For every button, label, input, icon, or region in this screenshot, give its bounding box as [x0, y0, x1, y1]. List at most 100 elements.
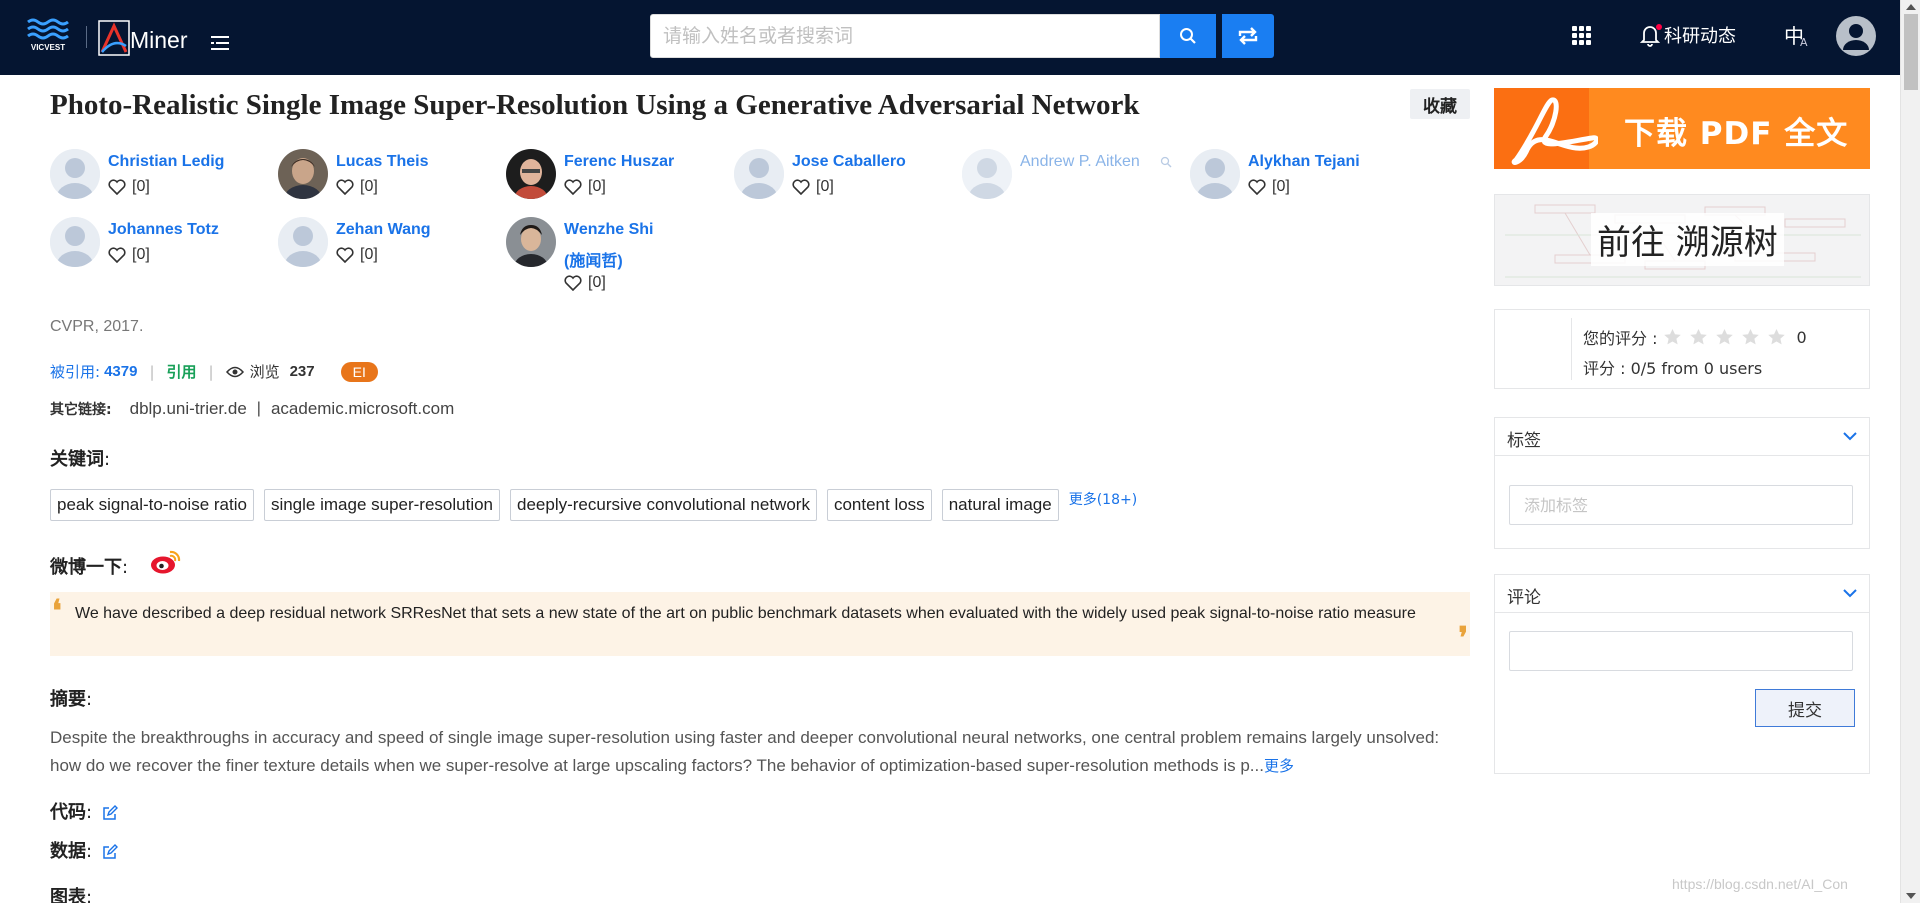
switch-search-button[interactable] [1222, 14, 1274, 58]
weibo-share-icon[interactable] [150, 549, 182, 575]
author-avatar[interactable] [506, 149, 556, 199]
search-button[interactable] [1160, 14, 1216, 58]
star-icon[interactable] [1767, 328, 1786, 346]
author-likes[interactable]: [0] [1248, 178, 1290, 196]
rating-stars[interactable] [1663, 328, 1786, 346]
author-avatar[interactable] [50, 217, 100, 267]
author-search-icon[interactable] [1160, 155, 1172, 173]
abstract-more-link[interactable]: 更多 [1264, 757, 1294, 775]
keyword-tag[interactable]: natural image [941, 489, 1059, 521]
tags-panel: 标签 [1494, 417, 1870, 549]
ei-badge: EI [340, 361, 378, 382]
author-avatar[interactable] [962, 149, 1012, 199]
edit-data-icon[interactable] [102, 844, 119, 860]
csdn-watermark: https://blog.csdn.net/AI_Con [1672, 876, 1848, 892]
language-switch[interactable]: 中 A [1784, 20, 1808, 49]
heart-icon [336, 179, 354, 195]
author-avatar[interactable] [506, 217, 556, 267]
author-avatar[interactable] [50, 149, 100, 199]
keyword-tag[interactable]: single image super-resolution [263, 489, 501, 521]
your-rating-value: 0 [1796, 327, 1807, 347]
author-avatar[interactable] [278, 149, 328, 199]
download-pdf-banner[interactable]: 下载 PDF 全文 [1494, 88, 1870, 169]
keywords-more-link[interactable]: 更多(18+) [1069, 489, 1137, 509]
cited-by-count[interactable]: 4379 [104, 363, 137, 380]
link-microsoft-academic[interactable]: academic.microsoft.com [271, 399, 454, 419]
link-dblp[interactable]: dblp.uni-trier.de [130, 399, 247, 419]
author-likes-count: [0] [132, 178, 150, 195]
user-avatar[interactable] [1836, 16, 1876, 56]
author-avatar[interactable] [734, 149, 784, 199]
author-avatar[interactable] [278, 217, 328, 267]
star-icon[interactable] [1663, 328, 1682, 346]
author-likes[interactable]: [0] [336, 178, 378, 196]
author-card: Andrew P. Aitken [962, 149, 1182, 209]
author-card: Ferenc Huszar [0] [506, 149, 726, 209]
abstract-body: Despite the breakthroughs in accuracy an… [50, 724, 1450, 780]
comment-input[interactable] [1509, 631, 1853, 671]
author-name-cn[interactable]: (施闻哲) [564, 247, 623, 271]
chevron-down-icon[interactable] [1843, 431, 1857, 441]
brand-text: Miner [130, 27, 188, 53]
author-likes[interactable]: [0] [564, 178, 606, 196]
author-name[interactable]: Jose Caballero [792, 153, 906, 171]
favorite-button[interactable]: 收藏 [1410, 89, 1470, 119]
vicvest-logo-text: VICVEST [31, 43, 65, 52]
heart-icon [108, 247, 126, 263]
star-icon[interactable] [1741, 328, 1760, 346]
tags-panel-header[interactable]: 标签 [1495, 418, 1869, 456]
scroll-down-arrow-icon[interactable] [1906, 893, 1916, 899]
author-likes[interactable]: [0] [108, 246, 150, 264]
scroll-up-arrow-icon[interactable] [1906, 4, 1916, 10]
author-likes[interactable]: [0] [564, 274, 606, 292]
open-quote-icon: ❛ [52, 595, 62, 628]
keyword-tag[interactable]: content loss [826, 489, 932, 521]
keyword-tag[interactable]: peak signal-to-noise ratio [50, 489, 254, 521]
chevron-down-icon[interactable] [1843, 588, 1857, 598]
add-tag-input[interactable] [1509, 485, 1853, 525]
paper-venue: CVPR, 2017. [50, 318, 144, 335]
aminer-logo-mark [98, 20, 130, 56]
author-name[interactable]: Ferenc Huszar [564, 153, 674, 171]
apps-grid-icon[interactable] [1572, 26, 1592, 46]
comments-panel-header[interactable]: 评论 [1495, 575, 1869, 613]
cite-button[interactable]: 引用 [167, 361, 197, 382]
scroll-thumb[interactable] [1904, 14, 1918, 90]
edit-code-icon[interactable] [102, 805, 119, 821]
quote-text: We have described a deep residual networ… [75, 605, 1416, 622]
vicvest-logo[interactable]: VICVEST [24, 16, 72, 54]
search-input[interactable] [651, 15, 1159, 57]
submit-comment-button[interactable]: 提交 [1755, 689, 1855, 727]
weibo-label: 微博一下 [50, 557, 122, 578]
author-likes[interactable]: [0] [792, 178, 834, 196]
aminer-logo[interactable]: Miner [98, 18, 188, 56]
author-name[interactable]: Alykhan Tejani [1248, 153, 1360, 171]
heart-icon [564, 275, 582, 291]
author-name[interactable]: Johannes Totz [108, 221, 219, 239]
author-card: Johannes Totz [0] [50, 217, 270, 277]
author-name[interactable]: Wenzhe Shi [564, 221, 654, 239]
abstract-heading: 摘要: [50, 689, 93, 710]
links-divider: | [256, 400, 261, 417]
author-name[interactable]: Christian Ledig [108, 153, 224, 171]
paper-stats: 被引用: 4379 | 引用 | 浏览 237 EI [50, 361, 378, 382]
author-name[interactable]: Zehan Wang [336, 221, 431, 239]
author-likes[interactable]: [0] [336, 246, 378, 264]
star-icon[interactable] [1715, 328, 1734, 346]
author-name[interactable]: Lucas Theis [336, 153, 428, 171]
cited-by-label[interactable]: 被引用: [50, 361, 100, 382]
trace-tree-banner[interactable]: 前往 溯源树 [1494, 194, 1870, 286]
author-name[interactable]: Andrew P. Aitken [1020, 153, 1140, 171]
author-avatar[interactable] [1190, 149, 1240, 199]
author-likes[interactable]: [0] [108, 178, 150, 196]
page-scrollbar[interactable] [1900, 0, 1920, 903]
menu-toggle-icon[interactable] [211, 36, 229, 50]
keyword-tag[interactable]: deeply-recursive convolutional network [510, 489, 817, 521]
eye-icon [225, 366, 244, 377]
code-label: 代码 [50, 802, 86, 823]
author-card: Lucas Theis [0] [278, 149, 498, 209]
star-icon[interactable] [1689, 328, 1708, 346]
views-count: 237 [289, 363, 315, 380]
acrobat-icon [1511, 97, 1598, 165]
research-news-link[interactable]: 科研动态 [1640, 22, 1736, 48]
